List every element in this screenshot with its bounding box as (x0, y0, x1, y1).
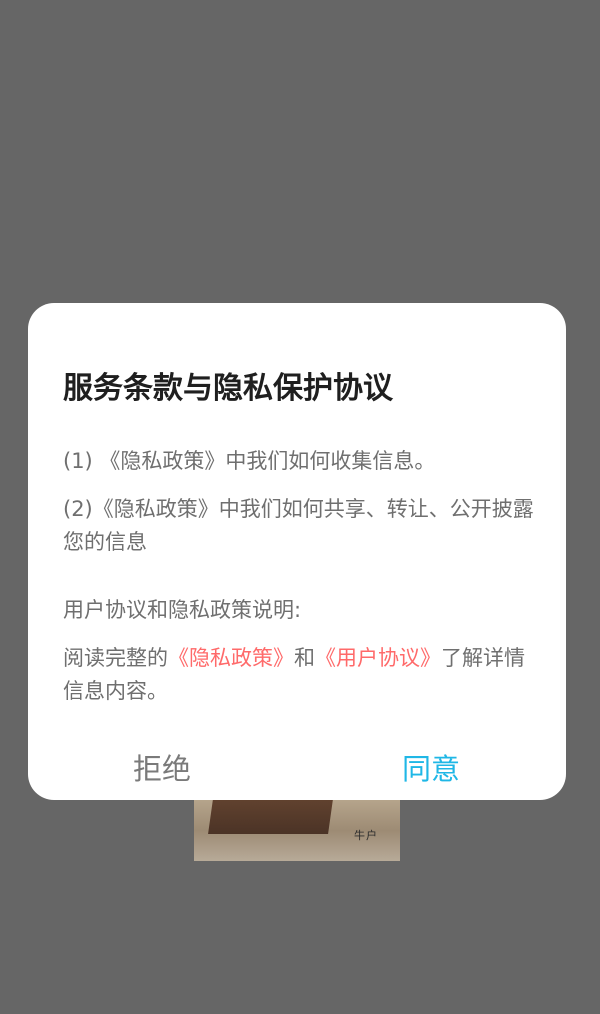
notice-middle: 和 (294, 646, 315, 670)
agreement-notice: 阅读完整的《隐私政策》和《用户协议》了解详情信息内容。 (63, 642, 538, 708)
user-agreement-link[interactable]: 《用户协议》 (315, 646, 441, 670)
privacy-policy-link[interactable]: 《隐私政策》 (168, 646, 294, 670)
policy-item-collection: (1) 《隐私政策》中我们如何收集信息。 (63, 449, 436, 473)
agreement-section-label: 用户协议和隐私政策说明: (63, 598, 302, 622)
notice-prefix: 阅读完整的 (63, 646, 168, 670)
policy-item-sharing: (2)《隐私政策》中我们如何共享、转让、公开披露您的信息 (63, 497, 534, 554)
dialog-title: 服务条款与隐私保护协议 (63, 371, 393, 406)
background-image-label: 牛户 (354, 829, 378, 842)
agree-button[interactable]: 同意 (402, 749, 460, 789)
reject-button[interactable]: 拒绝 (133, 749, 191, 789)
privacy-agreement-dialog: 服务条款与隐私保护协议 (1) 《隐私政策》中我们如何收集信息。 (2)《隐私政… (28, 303, 566, 800)
